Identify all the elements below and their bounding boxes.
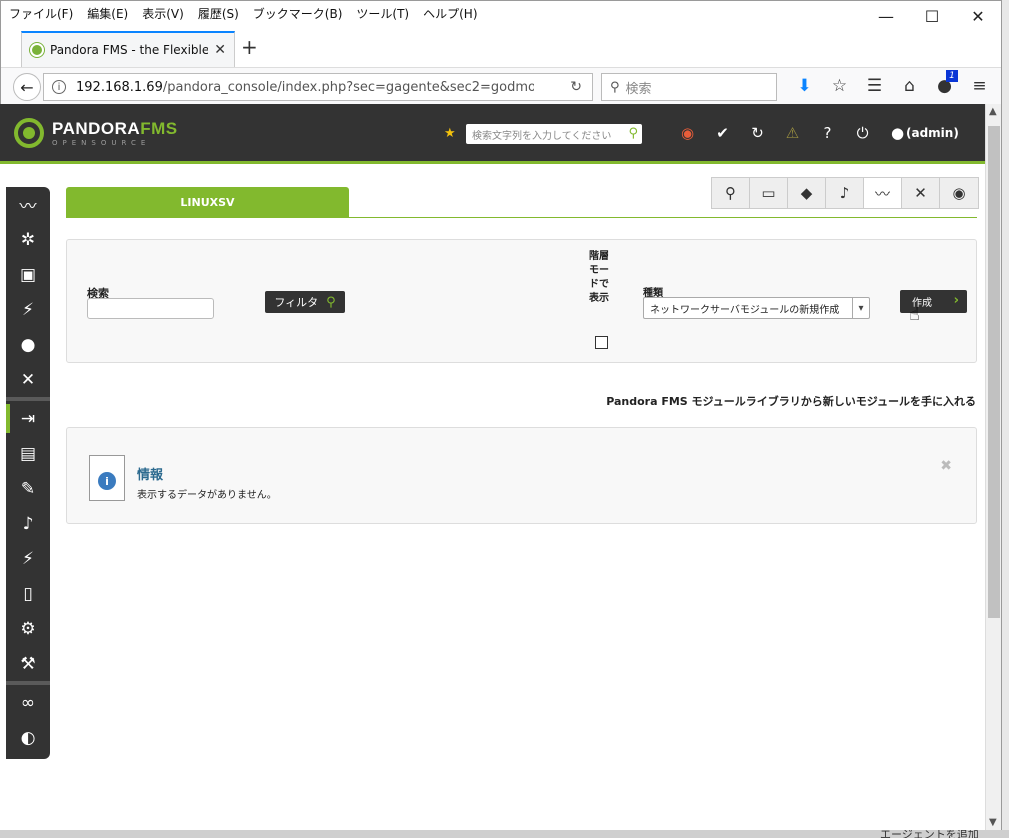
- navigation-toolbar: ← i 192.168.1.69/pandora_console/index.p…: [1, 67, 1001, 105]
- operation-tabs: ⚲ ▭ ◆ ♪ 〰 ✕ ◉: [711, 177, 979, 209]
- tab-bar: Pandora FMS - the Flexible M ✕ +: [1, 25, 1001, 67]
- view-eye-icon[interactable]: ◉: [940, 178, 978, 208]
- menu-history[interactable]: 履歴(S): [198, 5, 239, 22]
- setup-tools-icon[interactable]: ✕: [902, 178, 940, 208]
- menu-file[interactable]: ファイル(F): [9, 5, 73, 22]
- scroll-up-icon[interactable]: ▲: [989, 106, 997, 117]
- url-bar[interactable]: i 192.168.1.69/pandora_console/index.php…: [43, 73, 593, 101]
- download-icon[interactable]: ⬇: [787, 76, 822, 96]
- browser-search-placeholder: 検索: [625, 81, 652, 97]
- info-icon[interactable]: i: [52, 80, 66, 94]
- search-icon: ⚲: [610, 79, 620, 95]
- notification-badge: 1: [946, 70, 958, 82]
- filter-search-icon: ⚲: [326, 294, 336, 310]
- favicon-icon: [30, 43, 44, 57]
- menu-view[interactable]: 表示(V): [142, 5, 184, 22]
- home-icon[interactable]: ⌂: [892, 76, 927, 96]
- module-filter-box: 検索 フィルタ ⚲ 階層モードで表示 種類 ネットワークサーバモジュールの新規作成…: [66, 239, 977, 363]
- extension-icon[interactable]: ● 1: [927, 70, 962, 96]
- menu-help[interactable]: ヘルプ(H): [423, 5, 477, 22]
- menu-bookmarks[interactable]: ブックマーク(B): [253, 5, 343, 22]
- info-circle-icon: i: [98, 472, 116, 490]
- filter-button-label: フィルタ: [274, 296, 319, 309]
- browser-tab[interactable]: Pandora FMS - the Flexible M ✕: [21, 31, 235, 67]
- hamburger-menu-icon[interactable]: ≡: [962, 76, 997, 96]
- new-tab-icon[interactable]: +: [241, 35, 258, 59]
- close-icon[interactable]: ✖: [940, 458, 952, 474]
- hierarchy-mode-label: 階層モードで表示: [589, 251, 609, 304]
- vertical-scrollbar[interactable]: ▲ ▼: [985, 104, 1001, 830]
- agent-tab[interactable]: LINUXSV: [66, 187, 349, 217]
- hierarchy-mode-checkbox[interactable]: [595, 336, 608, 349]
- scroll-down-icon[interactable]: ▼: [989, 817, 997, 828]
- close-tab-icon[interactable]: ✕: [214, 42, 226, 58]
- bookmark-star-icon[interactable]: ☆: [822, 76, 857, 96]
- module-library-link[interactable]: Pandora FMS モジュールライブラリから新しいモジュールを手に入れる: [606, 393, 976, 409]
- scrollbar-thumb[interactable]: [988, 126, 1000, 618]
- desktop-background-right: [1002, 0, 1009, 838]
- reading-list-icon[interactable]: ☰: [857, 76, 892, 96]
- menu-tools[interactable]: ツール(T): [356, 5, 409, 22]
- modules-icon[interactable]: ◆: [788, 178, 826, 208]
- info-message: 表示するデータがありません。: [137, 490, 277, 501]
- info-document-icon: i: [89, 455, 125, 501]
- tab-underline: [66, 217, 977, 218]
- tab-title: Pandora FMS - the Flexible M: [50, 43, 209, 57]
- module-type-select[interactable]: ネットワークサーバモジュールの新規作成 ▾: [643, 297, 870, 319]
- add-alert-icon[interactable]: ♪: [826, 178, 864, 208]
- browser-toolbar-icons: ⬇ ☆ ☰ ⌂ ● 1 ≡: [787, 70, 997, 96]
- main-area: LINUXSV ⚲ ▭ ◆ ♪ 〰 ✕ ◉ 検索 フィルタ ⚲ 階層モードで表示 …: [0, 104, 985, 830]
- manage-icon[interactable]: ⚲: [712, 178, 750, 208]
- menu-edit[interactable]: 編集(E): [87, 5, 128, 22]
- url-path: /pandora_console/index.php?sec=gagente&s…: [162, 79, 534, 95]
- hand-cursor-icon: ☝: [909, 304, 920, 325]
- browser-search-input[interactable]: ⚲ 検索: [601, 73, 777, 101]
- url-text: 192.168.1.69/pandora_console/index.php?s…: [76, 80, 534, 95]
- filter-button[interactable]: フィルタ ⚲: [265, 291, 345, 313]
- reload-icon[interactable]: ↻: [570, 79, 582, 95]
- add-module-icon[interactable]: 〰: [864, 178, 902, 208]
- chevron-right-icon: ›: [953, 293, 959, 308]
- module-type-selected: ネットワークサーバモジュールの新規作成: [650, 304, 840, 316]
- agent-view-icon[interactable]: ▭: [750, 178, 788, 208]
- chevron-down-icon[interactable]: ▾: [852, 298, 869, 318]
- search-input[interactable]: [87, 298, 214, 319]
- back-icon[interactable]: ←: [13, 73, 41, 101]
- menu-bar: ファイル(F) 編集(E) 表示(V) 履歴(S) ブックマーク(B) ツール(…: [1, 1, 1001, 25]
- url-host: 192.168.1.69: [76, 79, 163, 95]
- desktop-background-bottom: [0, 830, 1009, 838]
- info-message-box: i 情報 表示するデータがありません。 ✖: [66, 427, 977, 524]
- info-title: 情報: [137, 468, 164, 483]
